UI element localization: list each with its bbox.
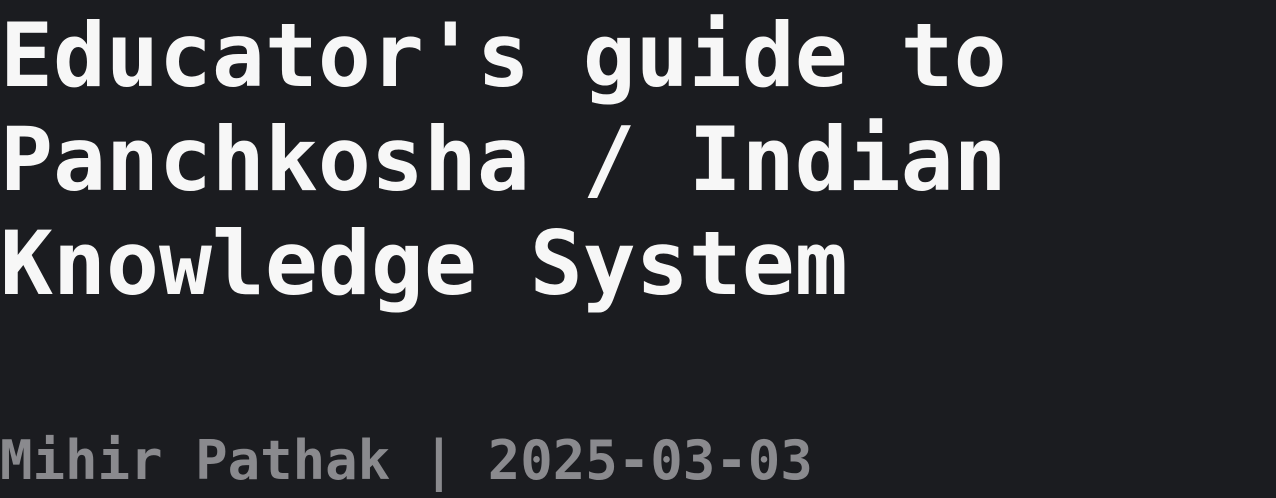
author-name: Mihir Pathak — [0, 429, 391, 492]
publish-date: 2025-03-03 — [487, 429, 813, 492]
post-title: Educator's guide to Panchkosha / Indian … — [0, 4, 1007, 315]
post-header-card: Educator's guide to Panchkosha / Indian … — [0, 0, 1276, 498]
post-meta: Mihir Pathak | 2025-03-03 — [0, 426, 813, 496]
meta-separator: | — [422, 429, 456, 492]
